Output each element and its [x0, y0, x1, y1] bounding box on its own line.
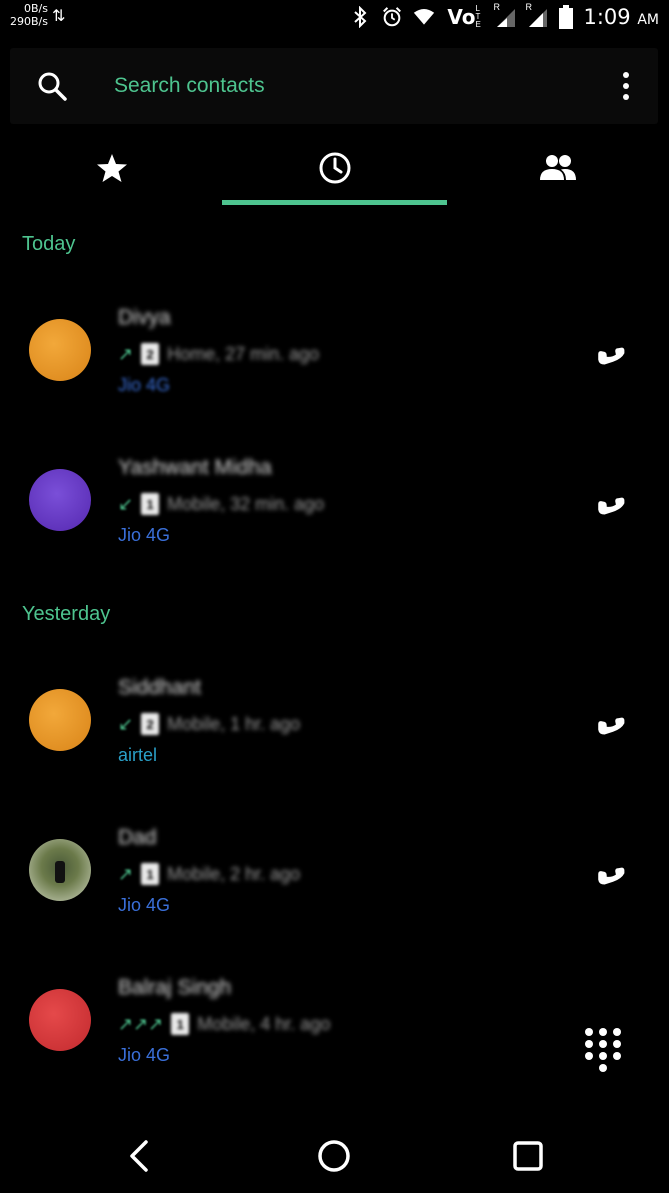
home-icon[interactable]: [314, 1136, 354, 1176]
call-log-item[interactable]: Divya ↗ 2 Home, 27 min. ago Jio 4G: [0, 275, 669, 425]
clock-time: 1:09 AM: [583, 5, 659, 29]
wifi-icon: [413, 6, 435, 28]
call-detail-text: Mobile, 4 hr. ago: [197, 1013, 331, 1034]
sim-icon: 1: [171, 1013, 190, 1035]
call-detail-text: Mobile, 1 hr. ago: [167, 713, 301, 734]
call-log-item[interactable]: Siddhant ↙ 2 Mobile, 1 hr. ago airtel: [0, 645, 669, 795]
sim-icon: 2: [141, 343, 160, 365]
selected-tab-indicator: [222, 200, 447, 205]
speed-down: 0B/s: [24, 2, 48, 15]
call-details: ↗↗↗ 1 Mobile, 4 hr. ago: [118, 1013, 330, 1035]
call-log-item[interactable]: Dad ↗ 1 Mobile, 2 hr. ago Jio 4G: [0, 795, 669, 945]
section-header-yesterday: Yesterday: [22, 603, 111, 625]
back-icon[interactable]: [120, 1136, 160, 1176]
alarm-icon: [381, 6, 403, 28]
outgoing-call-icon: ↗↗↗: [118, 1013, 164, 1034]
contact-name: Balraj Singh: [118, 976, 232, 999]
search-input[interactable]: Search contacts: [114, 74, 265, 98]
sim-icon: 2: [141, 713, 160, 735]
avatar: [29, 839, 91, 901]
dialpad-icon[interactable]: [580, 1022, 626, 1078]
network-activity-icon: ⇅: [52, 6, 66, 25]
sim-icon: 1: [141, 493, 160, 515]
battery-icon: [559, 5, 574, 29]
call-detail-text: Mobile, 2 hr. ago: [167, 863, 301, 884]
section-header-today: Today: [22, 233, 76, 255]
people-icon: [539, 155, 576, 180]
search-bar[interactable]: Search contacts: [10, 48, 658, 124]
status-icons: Vo LTE R R 1:09 AM: [349, 2, 659, 30]
carrier-label: Jio 4G: [118, 525, 171, 545]
speed-up: 290B/s: [10, 15, 48, 28]
phone-icon[interactable]: [586, 329, 626, 369]
phone-icon[interactable]: [586, 479, 626, 519]
phone-icon[interactable]: [586, 699, 626, 739]
contact-name: Yashwant Midha: [118, 456, 272, 479]
star-icon: [96, 154, 127, 182]
call-details: ↗ 1 Mobile, 2 hr. ago: [118, 863, 300, 885]
avatar: [29, 989, 91, 1051]
call-log-item[interactable]: Yashwant Midha ↙ 1 Mobile, 32 min. ago J…: [0, 425, 669, 575]
tab-favorites[interactable]: [0, 130, 223, 206]
network-speed: 0B/s 290B/s: [10, 2, 48, 28]
carrier-label: Jio 4G: [118, 1045, 171, 1065]
navigation-bar: [0, 1120, 669, 1193]
tab-recents[interactable]: [223, 130, 446, 206]
outgoing-call-icon: ↗: [118, 863, 134, 884]
contact-name: Dad: [118, 826, 157, 849]
search-icon[interactable]: [36, 70, 68, 102]
call-log-item[interactable]: Balraj Singh ↗↗↗ 1 Mobile, 4 hr. ago Jio…: [0, 945, 669, 1095]
signal-icon: R: [493, 2, 517, 28]
volte-icon: Vo LTE: [447, 4, 481, 30]
contact-name: Divya: [118, 306, 171, 329]
contact-name: Siddhant: [118, 676, 201, 699]
incoming-call-icon: ↙: [118, 713, 134, 734]
clock-icon: [319, 152, 350, 184]
bluetooth-icon: [349, 6, 371, 28]
avatar: [29, 469, 91, 531]
call-detail-text: Home, 27 min. ago: [167, 343, 320, 364]
avatar: [29, 319, 91, 381]
sim-icon: 1: [141, 863, 160, 885]
call-details: ↙ 1 Mobile, 32 min. ago: [118, 493, 324, 515]
phone-icon[interactable]: [586, 849, 626, 889]
call-details: ↙ 2 Mobile, 1 hr. ago: [118, 713, 300, 735]
call-detail-text: Mobile, 32 min. ago: [167, 493, 325, 514]
incoming-call-icon: ↙: [118, 493, 134, 514]
outgoing-call-icon: ↗: [118, 343, 134, 364]
call-details: ↗ 2 Home, 27 min. ago: [118, 343, 319, 365]
avatar: [29, 689, 91, 751]
carrier-label: Jio 4G: [118, 375, 171, 395]
recent-apps-icon[interactable]: [508, 1136, 548, 1176]
status-bar: 0B/s 290B/s ⇅ Vo LTE R R 1:09 AM: [0, 0, 669, 36]
more-options-icon[interactable]: [620, 70, 632, 102]
tab-contacts[interactable]: [446, 130, 669, 206]
carrier-label: Jio 4G: [118, 895, 171, 915]
signal-icon: R: [525, 2, 549, 28]
tab-bar: [0, 130, 669, 206]
carrier-label: airtel: [118, 745, 158, 765]
